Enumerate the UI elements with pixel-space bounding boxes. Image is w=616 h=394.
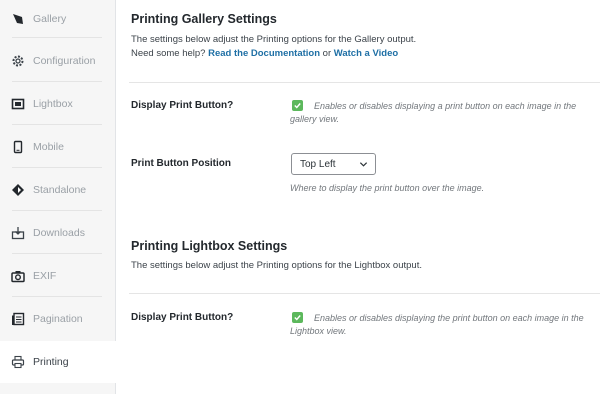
divider [129,293,600,294]
select-value: Top Left [300,158,336,170]
printer-icon [11,355,25,369]
lightbox-section-title: Printing Lightbox Settings [131,239,288,253]
sidebar-item-label: Pagination [33,313,83,325]
print-button-position-label: Print Button Position [131,158,231,169]
sidebar-item-exif[interactable]: EXIF [0,255,116,297]
watch-video-link[interactable]: Watch a Video [334,48,398,59]
downloads-icon [11,226,25,240]
sidebar-item-standalone[interactable]: Standalone [0,169,116,211]
settings-sidebar: Gallery Configuration Lightbox Mobile St… [0,0,117,394]
help-prefix: Need some help? [131,48,206,59]
lightbox-print-button-help: Enables or disables displaying the print… [290,313,584,336]
sidebar-item-mobile[interactable]: Mobile [0,126,116,168]
gallery-print-button-help: Enables or disables displaying a print b… [290,101,577,124]
mobile-icon [11,140,25,154]
divider [129,82,600,83]
sidebar-item-label: Printing [33,356,69,368]
documentation-link[interactable]: Read the Documentation [208,48,320,59]
lightbox-print-button-label: Display Print Button? [131,312,234,323]
gallery-section-title: Printing Gallery Settings [131,12,277,26]
lightbox-section-description: The settings below adjust the Printing o… [131,260,422,271]
sidebar-item-printing[interactable]: Printing [0,341,117,383]
sidebar-item-gallery[interactable]: Gallery [0,0,116,38]
gallery-desc-text: The settings below adjust the Printing o… [131,34,417,45]
sidebar-item-label: Mobile [33,141,64,153]
or-text: or [322,48,332,59]
gallery-print-button-label: Display Print Button? [131,100,234,111]
sidebar-item-label: EXIF [33,270,57,282]
sidebar-item-label: Lightbox [33,98,73,110]
sidebar-item-label: Configuration [33,55,96,67]
sidebar-item-label: Gallery [33,13,67,25]
chevron-down-icon [359,162,368,167]
print-button-position-help: Where to display the print button over t… [290,183,485,193]
sidebar-item-lightbox[interactable]: Lightbox [0,83,116,125]
print-button-position-select[interactable]: Top Left [291,153,376,175]
pagination-icon [11,312,25,326]
sidebar-item-pagination[interactable]: Pagination [0,298,116,340]
standalone-icon [11,183,25,197]
settings-main: Printing Gallery Settings The settings b… [116,0,616,394]
leaf-icon [11,12,25,26]
camera-icon [11,269,25,283]
lightbox-icon [11,97,25,111]
sidebar-item-configuration[interactable]: Configuration [0,40,116,82]
gear-icon [11,54,25,68]
sidebar-item-label: Downloads [33,227,85,239]
sidebar-item-label: Standalone [33,184,87,196]
sidebar-item-downloads[interactable]: Downloads [0,212,116,254]
gallery-section-description: The settings below adjust the Printing o… [131,33,416,61]
